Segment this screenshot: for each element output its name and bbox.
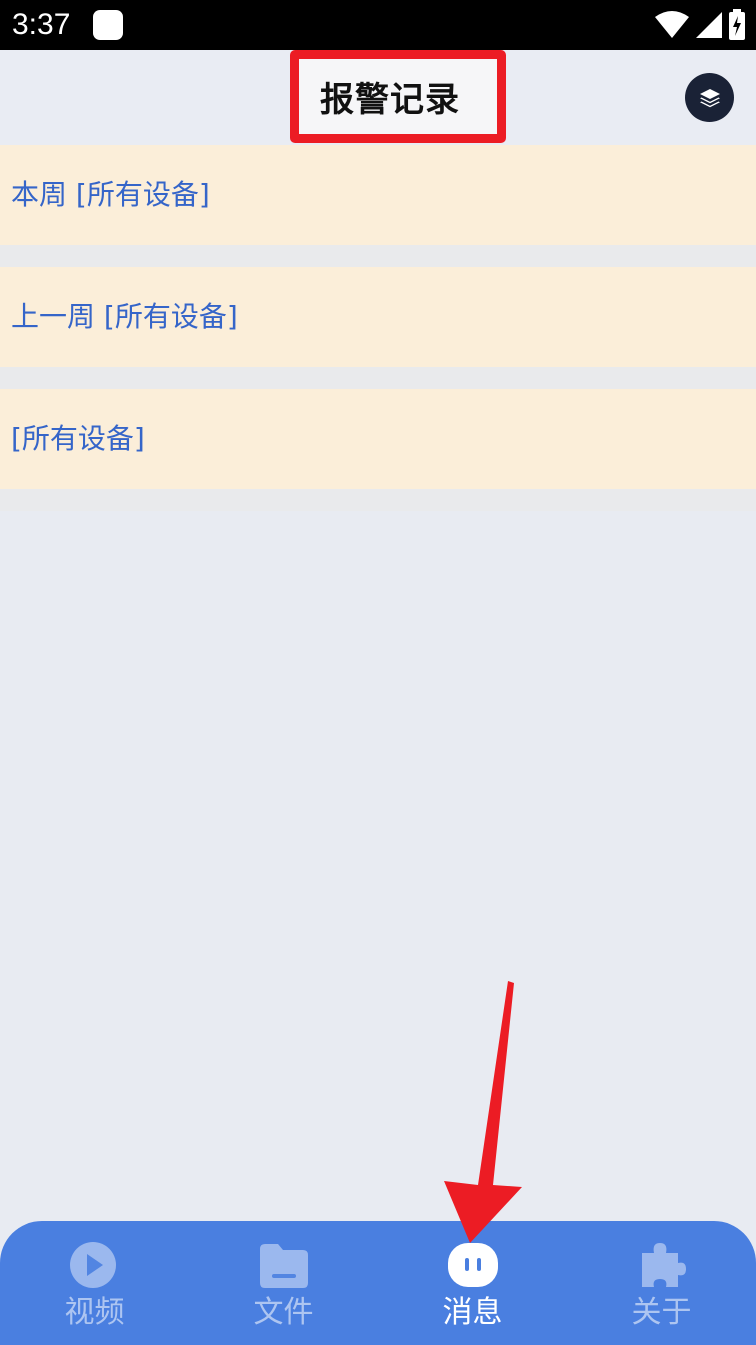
tab-about[interactable]: 关于 xyxy=(567,1221,756,1345)
list-item-label: 上一周 [所有设备] xyxy=(11,300,238,333)
folder-icon xyxy=(259,1244,308,1288)
status-icons xyxy=(650,9,746,45)
tab-files[interactable]: 文件 xyxy=(189,1221,378,1345)
list-item-all-devices[interactable]: [所有设备] xyxy=(0,389,756,489)
battery-icon xyxy=(728,9,746,45)
play-icon xyxy=(69,1242,116,1288)
tab-label: 消息 xyxy=(442,1295,503,1330)
tab-label: 文件 xyxy=(253,1295,314,1330)
layers-icon xyxy=(699,88,720,107)
list-item-label: [所有设备] xyxy=(11,422,145,455)
annotation-arrow xyxy=(444,981,522,1243)
list-divider xyxy=(0,489,756,511)
tab-video[interactable]: 视频 xyxy=(0,1221,189,1345)
tab-label: 视频 xyxy=(64,1295,125,1330)
wifi-icon xyxy=(654,10,690,44)
layers-button[interactable] xyxy=(685,73,734,122)
tab-label: 关于 xyxy=(631,1295,692,1330)
bottom-nav: 视频 文件 消息 关于 xyxy=(0,1221,756,1345)
title-highlight-box: 报警记录 xyxy=(290,50,506,143)
list-divider xyxy=(0,245,756,267)
list-item-last-week[interactable]: 上一周 [所有设备] xyxy=(0,267,756,367)
list-item-label: 本周 [所有设备] xyxy=(11,178,210,211)
header: 报警记录 xyxy=(0,50,756,145)
list-divider xyxy=(0,367,756,389)
page-title: 报警记录 xyxy=(320,80,460,120)
status-time: 3:37 xyxy=(12,8,71,41)
puzzle-icon xyxy=(641,1243,686,1287)
status-bar: 3:37 xyxy=(0,0,756,50)
message-icon xyxy=(447,1243,498,1287)
list-item-this-week[interactable]: 本周 [所有设备] xyxy=(0,145,756,245)
notification-icon xyxy=(93,10,123,40)
signal-icon xyxy=(694,10,724,44)
